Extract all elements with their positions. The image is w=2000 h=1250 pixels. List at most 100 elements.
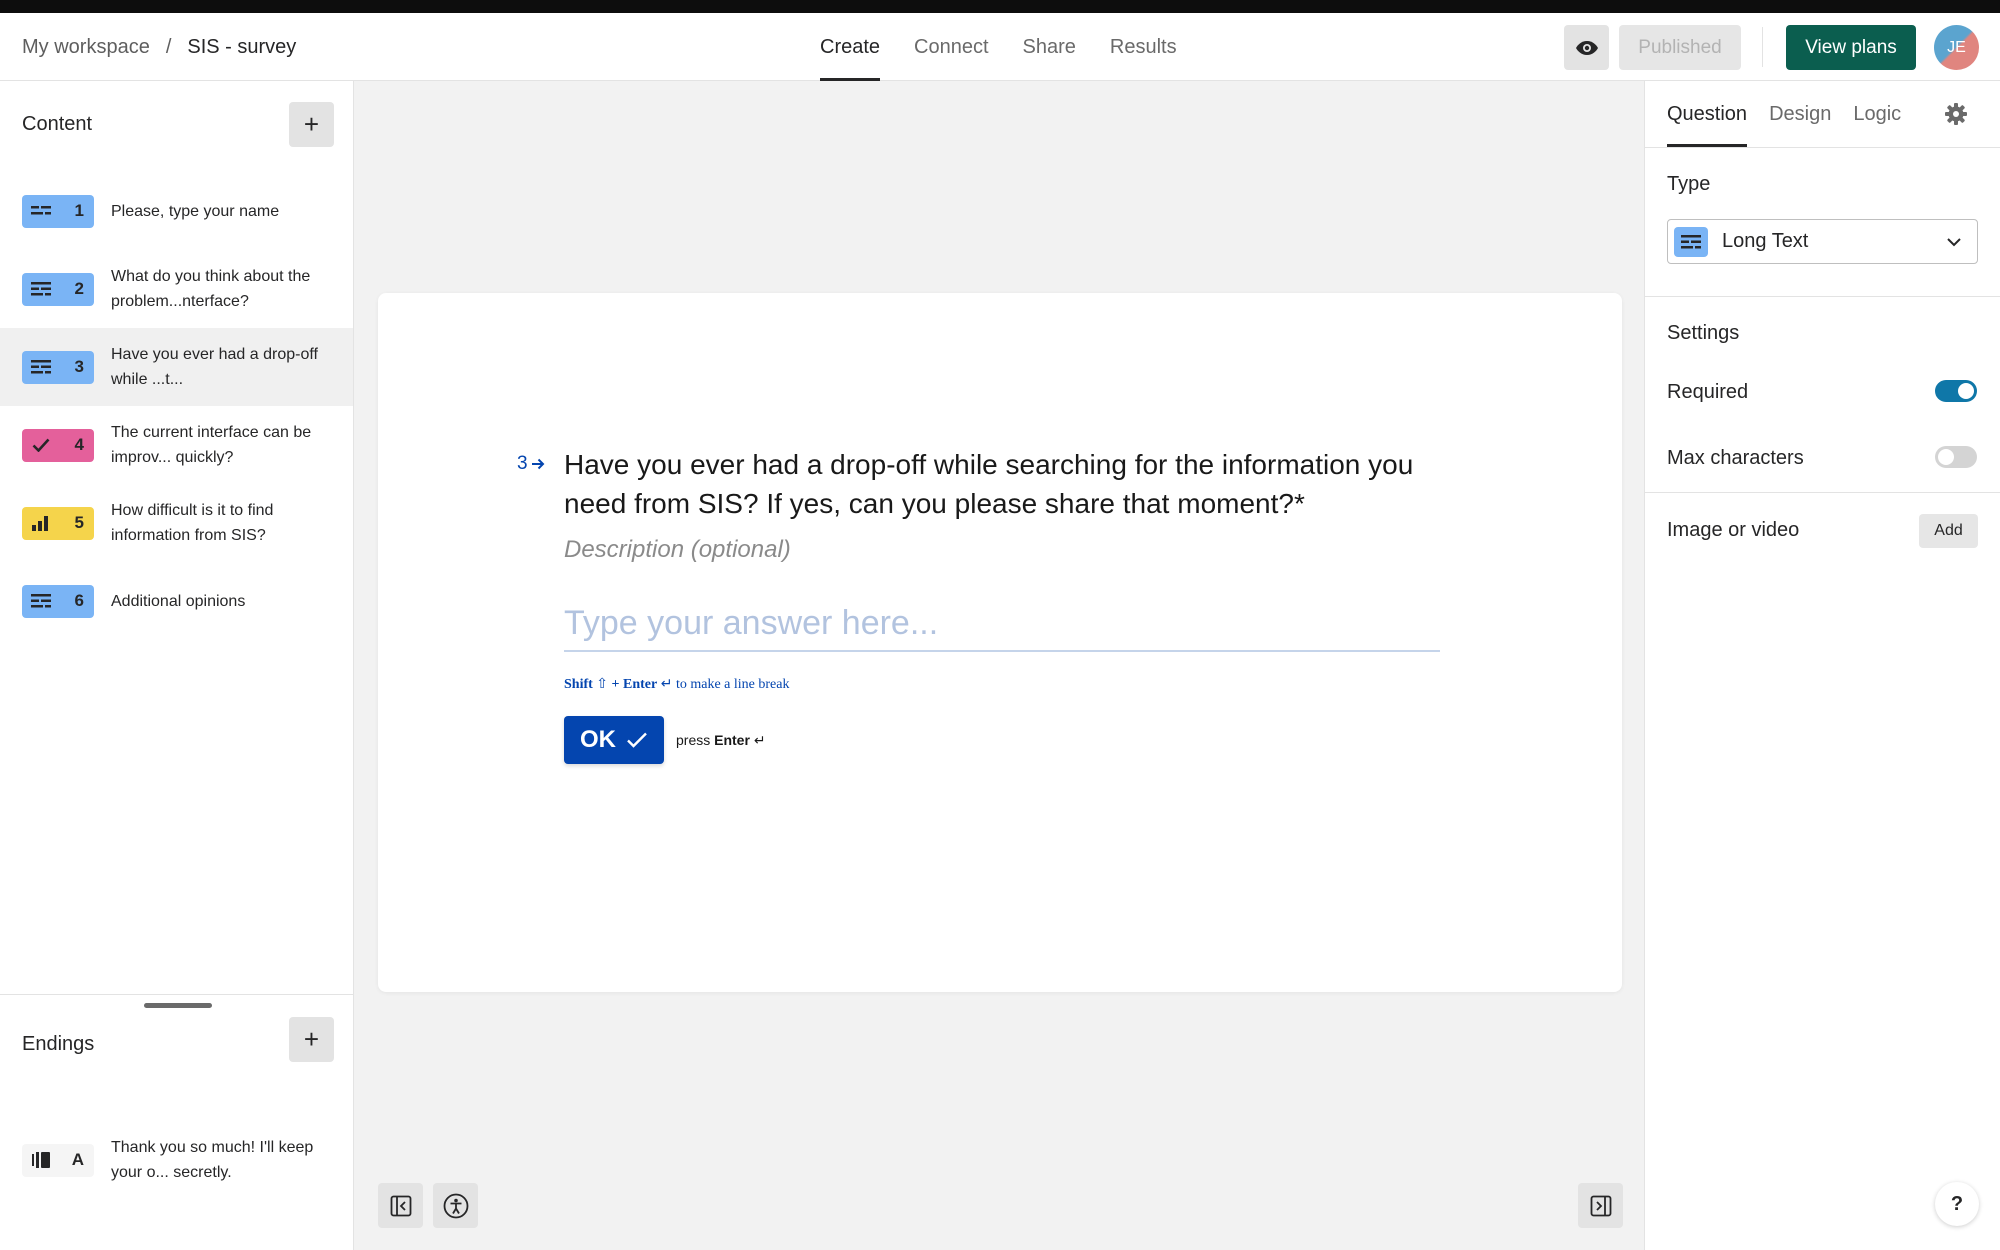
max-characters-toggle[interactable]	[1935, 446, 1977, 468]
answer-input[interactable]: Type your answer here...	[564, 604, 1440, 652]
tabs-divider	[1645, 147, 2000, 148]
preview-button[interactable]	[1564, 25, 1609, 70]
toggle-knob	[1958, 383, 1974, 399]
breadcrumb-workspace[interactable]: My workspace	[22, 36, 150, 59]
question-badge: 3	[22, 350, 94, 384]
accessibility-icon	[443, 1193, 468, 1218]
checkmark-icon	[30, 436, 52, 454]
ending-icon	[30, 1151, 52, 1169]
view-plans-button[interactable]: View plans	[1786, 25, 1916, 70]
content-title: Content	[22, 113, 93, 135]
bar-chart-icon	[30, 514, 52, 532]
question-list: 1 Please, type your name 2 What do you t…	[0, 172, 353, 640]
add-ending-button[interactable]: +	[289, 1017, 334, 1062]
question-description[interactable]: Description (optional)	[564, 536, 791, 564]
press-enter: Enter	[714, 732, 750, 748]
question-text: Please, type your name	[111, 202, 280, 220]
top-header: My workspace / SIS - survey Create Conne…	[0, 13, 2000, 81]
breadcrumb-separator: /	[165, 35, 172, 58]
long-text-icon	[30, 280, 52, 298]
ok-button[interactable]: OK	[564, 716, 664, 764]
gear-icon	[1945, 103, 1967, 125]
add-media-button[interactable]: Add	[1919, 514, 1978, 548]
question-item-3[interactable]: 3 Have you ever had a drop-off while ...…	[0, 328, 353, 406]
breadcrumb: My workspace / SIS - survey	[22, 13, 296, 81]
published-button[interactable]: Published	[1619, 25, 1741, 70]
tab-connect[interactable]: Connect	[914, 13, 989, 81]
question-text: The current interface can be improv... q…	[111, 424, 312, 466]
ok-label: OK	[580, 726, 616, 753]
question-number: 6	[74, 591, 84, 610]
panel-right-icon	[1590, 1195, 1611, 1216]
press-enter-hint: press Enter ↵	[676, 732, 766, 749]
enter-icon: ↵	[753, 732, 766, 748]
form-canvas: 3 Have you ever had a drop-off while sea…	[354, 81, 1644, 1250]
short-text-icon	[30, 202, 52, 220]
tab-create[interactable]: Create	[820, 13, 881, 81]
collapse-right-panel-button[interactable]	[1578, 1183, 1623, 1228]
press-label: press	[676, 732, 711, 748]
hint-plus: +	[611, 677, 620, 692]
type-label: Type	[1667, 173, 1711, 195]
accessibility-button[interactable]	[433, 1183, 478, 1228]
question-badge: 6	[22, 584, 94, 618]
hint-enter: Enter	[623, 677, 658, 692]
question-title[interactable]: Have you ever had a drop-off while searc…	[564, 445, 1444, 523]
long-text-icon	[30, 358, 52, 376]
question-number: 1	[74, 201, 84, 220]
question-number: 2	[74, 279, 84, 298]
toggle-knob	[1938, 449, 1954, 465]
required-toggle[interactable]	[1935, 380, 1977, 402]
question-number: 4	[74, 435, 84, 454]
tab-logic[interactable]: Logic	[1853, 81, 1901, 147]
tab-question[interactable]: Question	[1667, 81, 1748, 147]
question-item-2[interactable]: 2 What do you think about the problem...…	[0, 250, 353, 328]
image-or-video-label: Image or video	[1667, 519, 1800, 541]
tab-design[interactable]: Design	[1769, 81, 1831, 147]
long-text-icon	[1674, 226, 1708, 257]
endings-title: Endings	[22, 1032, 95, 1055]
max-characters-label: Max characters	[1667, 447, 1804, 469]
question-badge: 2	[22, 272, 94, 306]
arrow-right-icon	[531, 458, 544, 470]
question-item-4[interactable]: 4 The current interface can be improv...…	[0, 406, 353, 484]
line-break-hint: Shift ⇧ + Enter ↵ to make a line break	[564, 676, 789, 693]
question-number-label: 3	[517, 453, 545, 475]
enter-icon: ↵	[660, 677, 673, 692]
add-question-button[interactable]: +	[289, 102, 334, 147]
collapse-left-panel-button[interactable]	[378, 1183, 423, 1228]
tab-share[interactable]: Share	[1023, 13, 1076, 81]
question-item-1[interactable]: 1 Please, type your name	[0, 172, 353, 250]
tab-results[interactable]: Results	[1110, 13, 1177, 81]
question-item-5[interactable]: 5 How difficult is it to find informatio…	[0, 484, 353, 562]
ending-badge: A	[22, 1143, 94, 1177]
question-text: Additional opinions	[111, 592, 246, 610]
panel-left-icon	[390, 1195, 411, 1216]
question-badge: 1	[22, 194, 94, 228]
settings-heading: Settings	[1667, 322, 1740, 344]
question-settings-panel: Question Design Logic Type Long Text Set…	[1644, 81, 2000, 1250]
avatar[interactable]: JE	[1934, 25, 1979, 70]
question-number: 5	[74, 513, 84, 532]
eye-icon	[1575, 40, 1598, 55]
question-text: What do you think about the problem...nt…	[111, 268, 311, 310]
question-item-6[interactable]: 6 Additional opinions	[0, 562, 353, 640]
hint-text: to make a line break	[675, 677, 790, 692]
breadcrumb-form-name[interactable]: SIS - survey	[187, 36, 296, 59]
question-preview-card: 3 Have you ever had a drop-off while sea…	[378, 293, 1622, 992]
settings-gear-button[interactable]	[1944, 102, 1968, 131]
question-badge: 5	[22, 506, 94, 540]
hint-shift: Shift	[564, 677, 593, 692]
ending-text: Thank you so much! I'll keep your o... s…	[111, 1139, 314, 1181]
question-type-select[interactable]: Long Text	[1667, 219, 1978, 264]
question-text: Have you ever had a drop-off while ...t.…	[111, 346, 318, 388]
question-badge: 4	[22, 428, 94, 462]
help-button[interactable]: ?	[1935, 1182, 1979, 1226]
shift-icon: ⇧	[596, 677, 609, 692]
content-sidebar: Content + 1 Please, type your name 2 Wha…	[0, 81, 354, 1250]
ending-item-a[interactable]: A Thank you so much! I'll keep your o...…	[0, 1121, 353, 1199]
ending-row: A Thank you so much! I'll keep your o...…	[0, 1121, 353, 1199]
section-divider	[1645, 296, 2000, 297]
resize-handle[interactable]	[144, 1003, 212, 1008]
question-type-value: Long Text	[1722, 230, 1809, 252]
